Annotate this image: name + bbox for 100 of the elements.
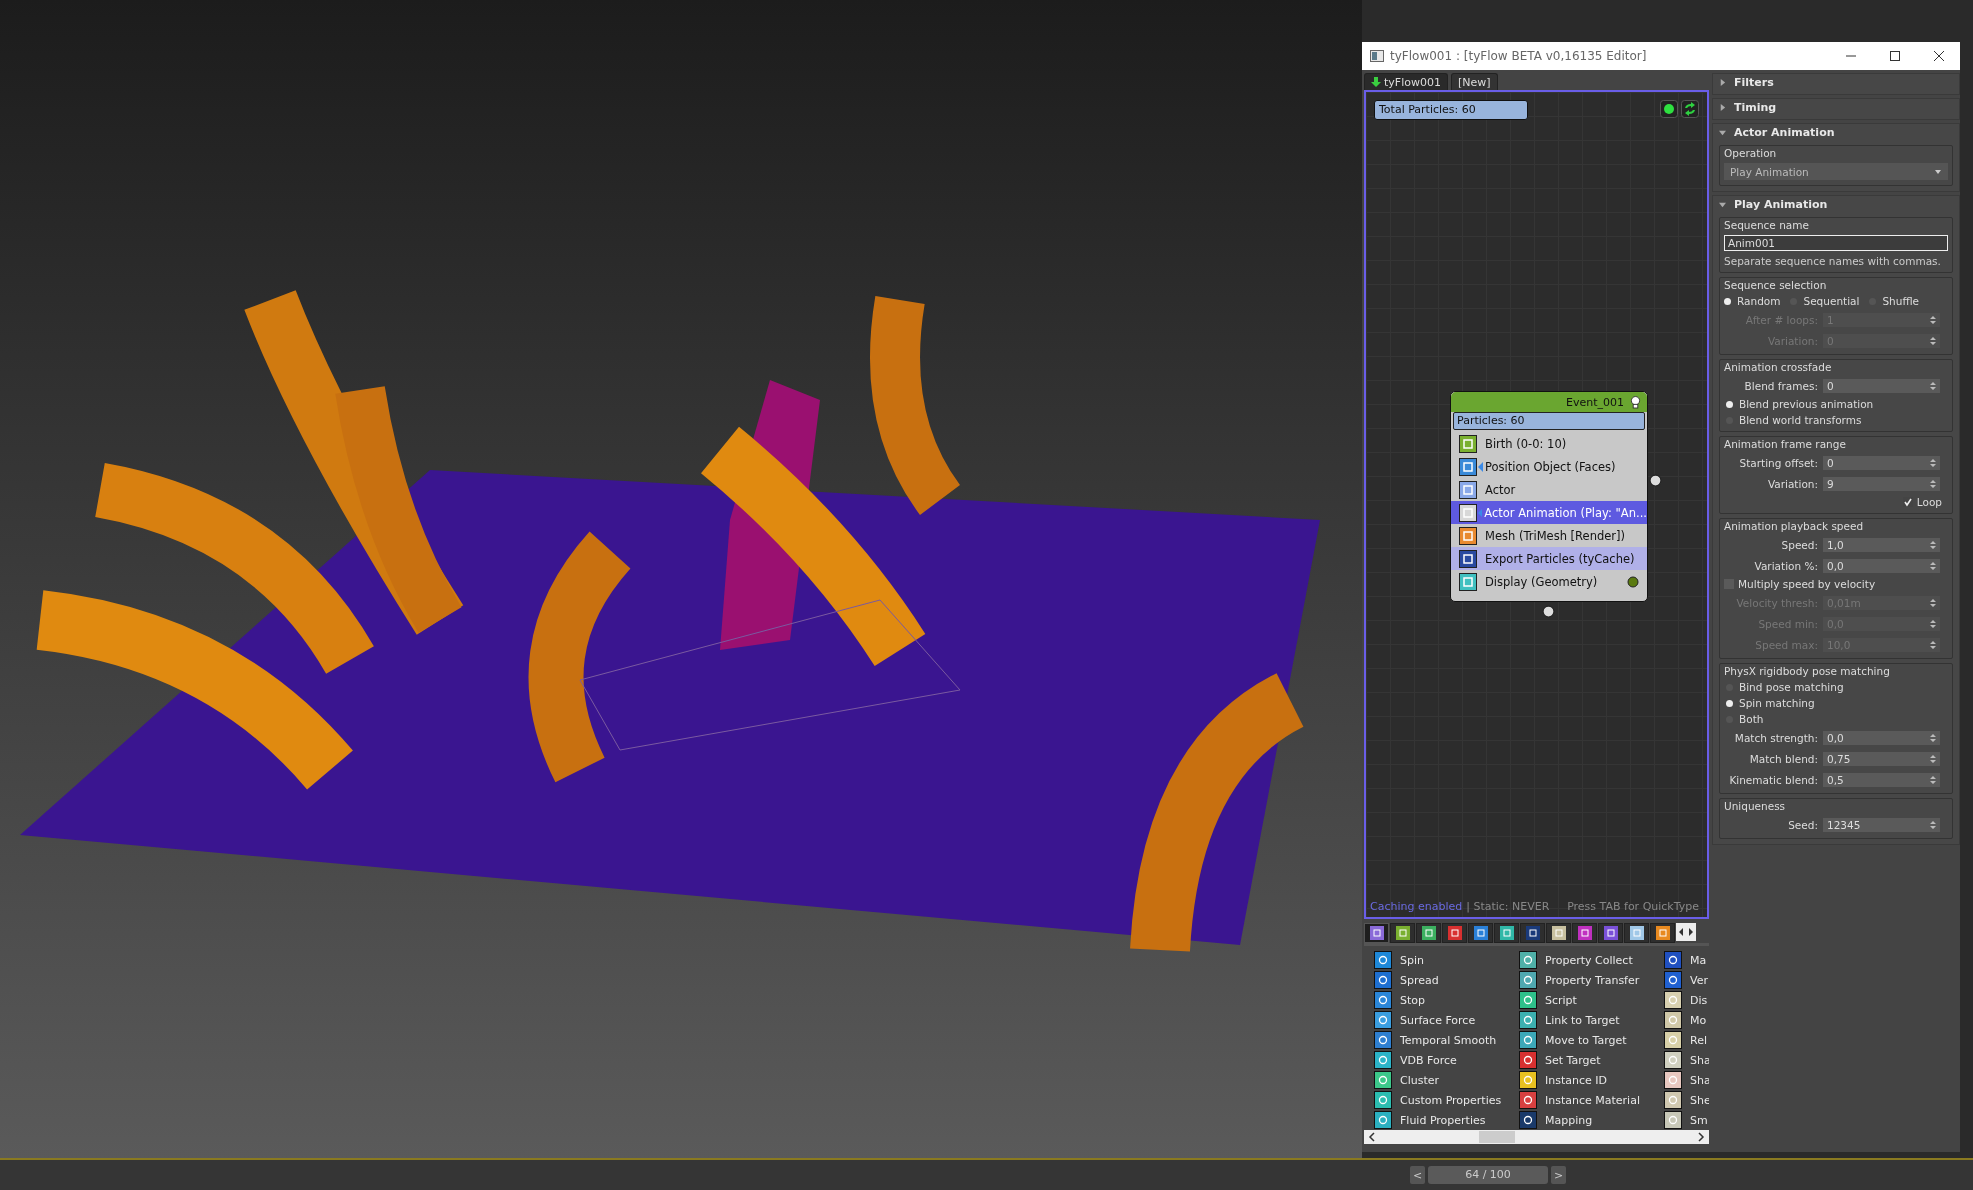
event-node[interactable]: Event_001 Particles: 60 Birth (0-0: 10) Position Object (Faces) Actor Actor Animation (Play: "An... Mesh (TriMesh [Render]) Export Particles (tyCache) Display (Geometry) [1450, 391, 1648, 602]
spinner-arrows-icon[interactable] [1930, 457, 1936, 468]
operator-palette-item[interactable]: Spin [1374, 950, 1519, 970]
output-port[interactable] [1649, 474, 1662, 487]
display-dot-icon[interactable] [1627, 575, 1639, 588]
category-tab[interactable] [1364, 923, 1389, 943]
operator-palette-item[interactable]: Mo [1664, 1010, 1709, 1030]
category-tab[interactable] [1572, 923, 1597, 943]
radio-option[interactable]: Spin matching [1724, 697, 1948, 709]
operator-palette-item[interactable]: Property Collect [1519, 950, 1664, 970]
input-port[interactable] [1542, 605, 1555, 618]
rollout-header[interactable]: Filters [1713, 74, 1959, 91]
operator-item[interactable]: Birth (0-0: 10) [1451, 432, 1647, 455]
spinner-arrows-icon[interactable] [1930, 597, 1936, 608]
refresh-icon[interactable] [1681, 100, 1699, 118]
spinner-arrows-icon[interactable] [1930, 539, 1936, 550]
rollout-header[interactable]: Play Animation [1713, 196, 1959, 213]
category-tab[interactable] [1416, 923, 1441, 943]
operator-palette-item[interactable]: Rel [1664, 1030, 1709, 1050]
spinner-arrows-icon[interactable] [1930, 380, 1936, 391]
checkbox[interactable]: Loop [1902, 496, 1942, 508]
flow-tab[interactable]: tyFlow001 [1364, 73, 1448, 90]
flow-tab[interactable]: [New] [1450, 73, 1498, 90]
close-icon[interactable] [1934, 51, 1944, 61]
category-tab[interactable] [1546, 923, 1571, 943]
operator-palette-item[interactable]: Mapping [1519, 1110, 1664, 1130]
operator-palette-item[interactable]: Instance Material [1519, 1090, 1664, 1110]
radio-dot[interactable] [1724, 297, 1731, 305]
spinner-field[interactable]: 12345 [1823, 817, 1940, 832]
checkbox[interactable]: Multiply speed by velocity [1724, 578, 1948, 590]
spinner-arrows-icon[interactable] [1930, 618, 1936, 629]
operator-palette-item[interactable]: VDB Force [1374, 1050, 1519, 1070]
spinner-arrows-icon[interactable] [1930, 819, 1936, 830]
category-tab[interactable] [1520, 923, 1545, 943]
operator-item[interactable]: Actor Animation (Play: "An... [1451, 501, 1647, 524]
operator-palette-item[interactable]: Set Target [1519, 1050, 1664, 1070]
operator-palette-item[interactable]: Script [1519, 990, 1664, 1010]
radio-option[interactable]: Blend world transforms [1724, 414, 1948, 426]
spinner-arrows-icon[interactable] [1930, 774, 1936, 785]
category-tab[interactable] [1442, 923, 1467, 943]
spinner-arrows-icon[interactable] [1930, 478, 1936, 489]
bulb-icon[interactable] [1630, 395, 1641, 409]
operator-palette-item[interactable]: Fluid Properties [1374, 1110, 1519, 1130]
scrollbar-thumb[interactable] [1479, 1131, 1515, 1143]
chevron-left-icon[interactable] [1368, 1132, 1376, 1142]
operator-item[interactable]: Actor [1451, 478, 1647, 501]
expand-arrow-icon[interactable] [1719, 104, 1726, 111]
spinner-field[interactable]: 0 [1823, 378, 1940, 393]
spinner-arrows-icon[interactable] [1930, 753, 1936, 764]
operator-palette-item[interactable]: Move to Target [1519, 1030, 1664, 1050]
operator-palette-item[interactable]: Dis [1664, 990, 1709, 1010]
horizontal-scrollbar[interactable] [1364, 1130, 1709, 1144]
radio-dot[interactable] [1726, 400, 1733, 408]
operator-item[interactable]: Display (Geometry) [1451, 570, 1647, 593]
operator-palette-item[interactable]: Cluster [1374, 1070, 1519, 1090]
text-field[interactable]: Anim001 [1724, 235, 1948, 251]
spinner-field[interactable]: 0,5 [1823, 772, 1940, 787]
expand-arrow-icon[interactable] [1719, 129, 1726, 136]
radio-dot[interactable] [1726, 699, 1733, 707]
radio-option[interactable]: Random [1724, 295, 1781, 307]
operator-palette-item[interactable]: Custom Properties [1374, 1090, 1519, 1110]
spinner-arrows-icon[interactable] [1930, 335, 1936, 346]
radio-option[interactable]: Both [1724, 713, 1948, 725]
operator-item[interactable]: Mesh (TriMesh [Render]) [1451, 524, 1647, 547]
spinner-arrows-icon[interactable] [1930, 732, 1936, 743]
operator-palette-item[interactable]: Surface Force [1374, 1010, 1519, 1030]
spinner-field[interactable]: 0,0 [1823, 730, 1940, 745]
rollout-header[interactable]: Timing [1713, 99, 1959, 116]
chevron-right-icon[interactable] [1697, 1132, 1705, 1142]
radio-option[interactable]: Blend previous animation [1724, 398, 1948, 410]
spinner-field[interactable]: 1,0 [1823, 537, 1940, 552]
operator-palette-item[interactable]: Sm [1664, 1110, 1709, 1130]
radio-option[interactable]: Shuffle [1869, 295, 1920, 307]
expand-arrow-icon[interactable] [1719, 201, 1726, 208]
scroll-right-icon[interactable] [1686, 925, 1696, 939]
category-tab[interactable] [1650, 923, 1675, 943]
previous-frame-button[interactable]: < [1410, 1166, 1425, 1184]
next-frame-button[interactable]: > [1551, 1166, 1566, 1184]
category-tab[interactable] [1494, 923, 1519, 943]
flow-canvas[interactable] [1364, 90, 1709, 919]
spinner-arrows-icon[interactable] [1930, 314, 1936, 325]
radio-option[interactable]: Bind pose matching [1724, 681, 1948, 693]
maximize-icon[interactable] [1890, 51, 1900, 61]
spinner-arrows-icon[interactable] [1930, 560, 1936, 571]
operator-palette-item[interactable]: Spread [1374, 970, 1519, 990]
expand-arrow-icon[interactable] [1719, 79, 1726, 86]
category-tab[interactable] [1468, 923, 1493, 943]
status-light-icon[interactable] [1660, 100, 1678, 118]
spinner-field[interactable]: 0,75 [1823, 751, 1940, 766]
operator-item[interactable]: Position Object (Faces) [1451, 455, 1647, 478]
operator-palette-item[interactable]: Ver [1664, 970, 1709, 990]
rollout-header[interactable]: Actor Animation [1713, 124, 1959, 141]
operator-palette-item[interactable]: Temporal Smooth [1374, 1030, 1519, 1050]
spinner-arrows-icon[interactable] [1930, 639, 1936, 650]
category-tab[interactable] [1390, 923, 1415, 943]
operator-palette-item[interactable]: Sha [1664, 1050, 1709, 1070]
category-tab[interactable] [1598, 923, 1623, 943]
operator-palette-item[interactable]: Sha [1664, 1070, 1709, 1090]
category-tab[interactable] [1624, 923, 1649, 943]
dropdown[interactable]: Play Animation [1724, 163, 1948, 180]
